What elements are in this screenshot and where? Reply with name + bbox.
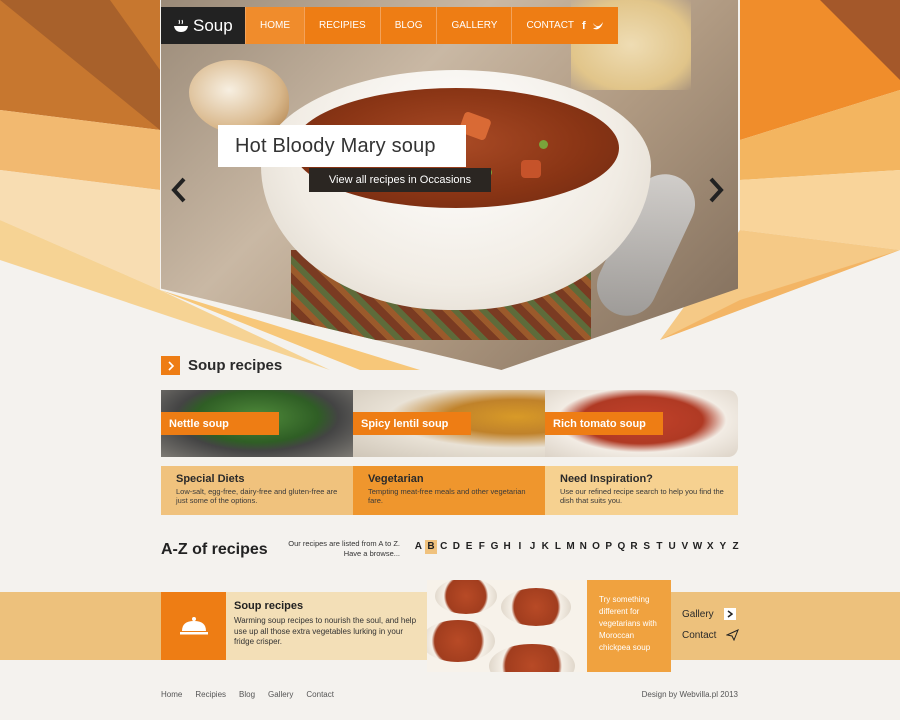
recipe-card-label: Nettle soup xyxy=(161,412,279,435)
az-letter-k[interactable]: K xyxy=(539,540,552,554)
info-text: Tempting meat-free meals and other veget… xyxy=(368,487,526,505)
az-letter-f[interactable]: F xyxy=(475,540,488,554)
footer-link-gallery[interactable]: Gallery xyxy=(268,690,293,699)
bowl-image xyxy=(427,620,495,662)
info-vegetarian[interactable]: Vegetarian Tempting meat-free meals and … xyxy=(353,466,545,515)
az-letter-v[interactable]: V xyxy=(678,540,691,554)
hero-pea xyxy=(539,140,548,149)
nav-gallery[interactable]: GALLERY xyxy=(436,7,512,44)
az-note-line2: Have a browse... xyxy=(343,549,400,558)
main-nav: Soup HOME RECIPIES BLOG GALLERY CONTACT … xyxy=(161,7,618,44)
az-letter-m[interactable]: M xyxy=(564,540,577,554)
az-letter-j[interactable]: J xyxy=(526,540,539,554)
az-letter-i[interactable]: I xyxy=(514,540,527,554)
az-letter-c[interactable]: C xyxy=(437,540,450,554)
az-letter-d[interactable]: D xyxy=(450,540,463,554)
twitter-icon[interactable] xyxy=(592,21,604,31)
az-letter-y[interactable]: Y xyxy=(717,540,730,554)
nav-contact[interactable]: CONTACT f xyxy=(511,7,618,44)
nav-blog-label: BLOG xyxy=(394,20,423,31)
band-link-label: Gallery xyxy=(682,608,714,620)
band-links: Gallery Contact xyxy=(682,605,740,647)
az-letter-u[interactable]: U xyxy=(666,540,679,554)
az-letter-e[interactable]: E xyxy=(463,540,476,554)
footer-link-home[interactable]: Home xyxy=(161,690,182,699)
chevron-right-icon xyxy=(723,608,736,620)
footer: Home Recipies Blog Gallery Contact Desig… xyxy=(161,690,738,699)
paper-plane-icon xyxy=(726,629,740,641)
az-letter-list: ABCDEFGHIJKLMNOPQRSTUVWXYZ xyxy=(412,540,742,554)
info-need-inspiration[interactable]: Need Inspiration? Use our refined recipe… xyxy=(545,466,738,515)
footer-links: Home Recipies Blog Gallery Contact xyxy=(161,690,334,699)
az-letter-h[interactable]: H xyxy=(501,540,514,554)
az-letter-x[interactable]: X xyxy=(704,540,717,554)
info-boxes: Special Diets Low-salt, egg-free, dairy-… xyxy=(161,466,738,515)
info-special-diets[interactable]: Special Diets Low-salt, egg-free, dairy-… xyxy=(161,466,353,515)
recipe-card-label: Spicy lentil soup xyxy=(353,412,471,435)
footer-credit: Design by Webvilla.pl 2013 xyxy=(641,690,738,699)
band-photo[interactable] xyxy=(427,580,587,672)
hero-veg xyxy=(521,160,541,178)
footer-link-recipies[interactable]: Recipies xyxy=(195,690,226,699)
band-title: Soup recipes xyxy=(234,600,304,612)
logo-text: Soup xyxy=(193,15,233,35)
az-letter-l[interactable]: L xyxy=(552,540,565,554)
slider-next-arrow-icon[interactable] xyxy=(706,176,726,204)
az-letter-p[interactable]: P xyxy=(602,540,615,554)
nav-recipies[interactable]: RECIPIES xyxy=(304,7,380,44)
az-letter-z[interactable]: Z xyxy=(729,540,742,554)
az-letter-b[interactable]: B xyxy=(424,540,438,554)
az-letter-w[interactable]: W xyxy=(691,540,704,554)
az-letter-o[interactable]: O xyxy=(590,540,603,554)
band-description: Warming soup recipes to nourish the soul… xyxy=(234,616,417,646)
az-letter-a[interactable]: A xyxy=(412,540,425,554)
section-title-text: Soup recipes xyxy=(188,357,283,374)
cloche-icon xyxy=(161,592,226,660)
nav-home[interactable]: HOME xyxy=(245,7,304,44)
section-title-soup-recipes: Soup recipes xyxy=(161,356,282,375)
recipe-card-label: Rich tomato soup xyxy=(545,412,663,435)
logo[interactable]: Soup xyxy=(161,7,245,44)
info-title: Special Diets xyxy=(176,473,245,485)
soup-bowl-icon xyxy=(174,19,188,32)
recipe-card-nettle[interactable]: Nettle soup xyxy=(161,390,353,457)
az-note-line1: Our recipes are listed from A to Z. xyxy=(288,539,400,548)
band-link-contact[interactable]: Contact xyxy=(682,626,740,644)
info-title: Vegetarian xyxy=(368,473,424,485)
info-text: Use our refined recipe search to help yo… xyxy=(560,487,724,505)
info-text: Low-salt, egg-free, dairy-free and glute… xyxy=(176,487,338,505)
nav-home-label: HOME xyxy=(260,20,290,31)
chevron-right-icon xyxy=(161,356,180,375)
footer-link-blog[interactable]: Blog xyxy=(239,690,255,699)
band-intro: Soup recipes Warming soup recipes to nou… xyxy=(226,592,427,660)
az-note: Our recipes are listed from A to Z. Have… xyxy=(270,539,400,559)
az-letter-q[interactable]: Q xyxy=(615,540,628,554)
az-letter-n[interactable]: N xyxy=(577,540,590,554)
recipe-card-lentil[interactable]: Spicy lentil soup xyxy=(353,390,545,457)
slider-prev-arrow-icon[interactable] xyxy=(169,176,189,204)
az-letter-t[interactable]: T xyxy=(653,540,666,554)
band-link-gallery[interactable]: Gallery xyxy=(682,605,739,623)
nav-recipies-label: RECIPIES xyxy=(319,20,366,31)
hero-view-all-link[interactable]: View all recipes in Occasions xyxy=(309,168,491,192)
az-letter-s[interactable]: S xyxy=(640,540,653,554)
hero-title: Hot Bloody Mary soup xyxy=(218,125,466,167)
bowl-image xyxy=(435,580,497,614)
nav-gallery-label: GALLERY xyxy=(451,20,498,31)
band-cta[interactable]: Try something different for vegetarians … xyxy=(587,580,671,672)
az-letter-g[interactable]: G xyxy=(488,540,501,554)
facebook-icon[interactable]: f xyxy=(582,20,586,32)
bowl-image xyxy=(501,588,571,626)
band-link-label: Contact xyxy=(682,629,717,641)
footer-link-contact[interactable]: Contact xyxy=(306,690,334,699)
nav-blog[interactable]: BLOG xyxy=(379,7,437,44)
recipe-cards: Nettle soup Spicy lentil soup Rich tomat… xyxy=(161,390,738,457)
recipe-card-tomato[interactable]: Rich tomato soup xyxy=(545,390,738,457)
nav-contact-label: CONTACT xyxy=(526,20,575,31)
az-letter-r[interactable]: R xyxy=(628,540,641,554)
az-title: A-Z of recipes xyxy=(161,541,268,558)
info-title: Need Inspiration? xyxy=(560,473,653,485)
bowl-image xyxy=(489,644,575,672)
